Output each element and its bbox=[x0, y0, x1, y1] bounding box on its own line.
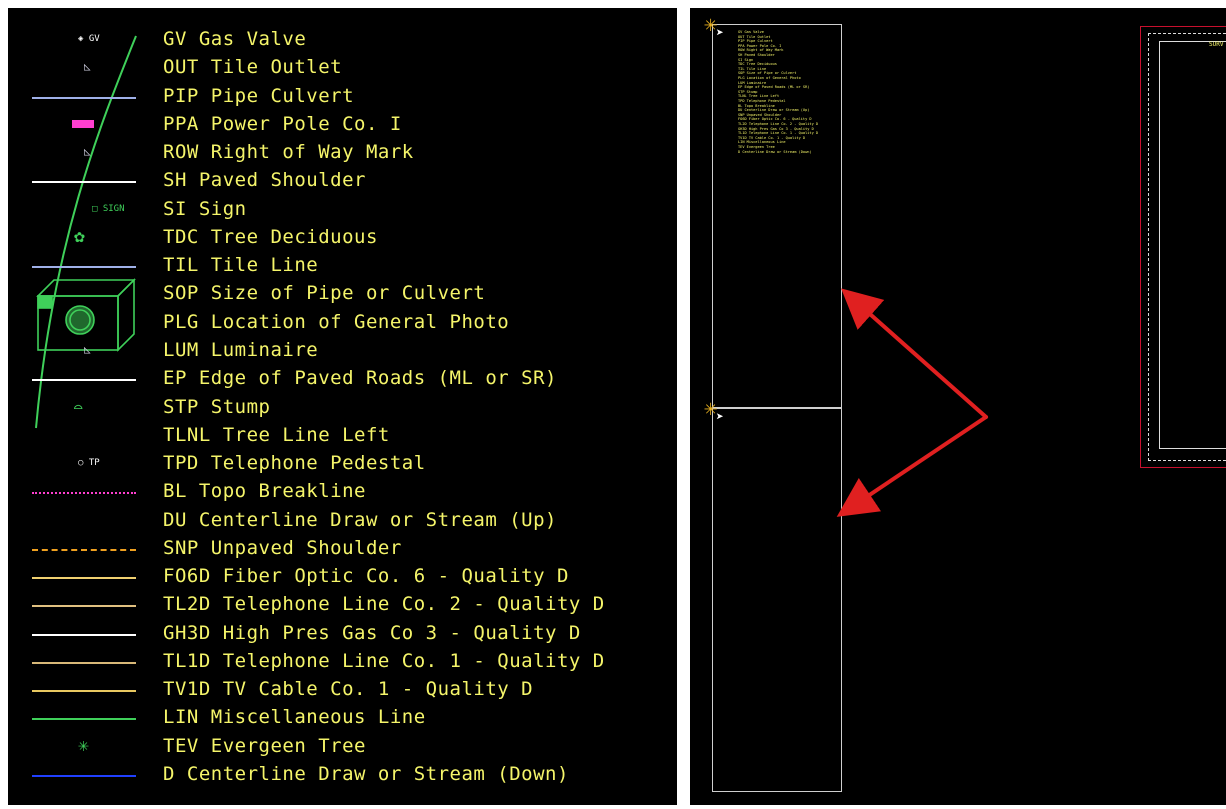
legend-label: SH Paved Shoulder bbox=[163, 169, 366, 192]
paved-shoulder-line bbox=[32, 181, 136, 184]
legend-row: DU Centerline Draw or Stream (Up) bbox=[8, 507, 677, 535]
legend-row: ROW Right of Way Mark ◺ bbox=[8, 139, 677, 167]
legend-row: TLNL Tree Line Left bbox=[8, 422, 677, 450]
legend-row: PLG Location of General Photo bbox=[8, 309, 677, 337]
power-pole-symbol bbox=[72, 119, 94, 128]
legend-row: LIN Miscellaneous Line bbox=[8, 704, 677, 732]
legend-row: TL1D Telephone Line Co. 1 - Quality D bbox=[8, 648, 677, 676]
legend-label: TV1D TV Cable Co. 1 - Quality D bbox=[163, 678, 534, 701]
luminaire-symbol: ◺ bbox=[84, 342, 91, 356]
legend-row: TIL Tile Line bbox=[8, 252, 677, 280]
legend-label: STP Stump bbox=[163, 395, 271, 418]
tile-line bbox=[32, 266, 136, 269]
annotation-arrows bbox=[836, 288, 988, 517]
legend-row: TEV Evergeen Tree ✳ bbox=[8, 733, 677, 761]
legend-label: FO6D Fiber Optic Co. 6 - Quality D bbox=[163, 565, 569, 588]
legend-label: TIL Tile Line bbox=[163, 254, 319, 277]
legend-label: LIN Miscellaneous Line bbox=[163, 706, 426, 729]
legend-label: EP Edge of Paved Roads (ML or SR) bbox=[163, 367, 557, 390]
legend-label: TLNL Tree Line Left bbox=[163, 423, 390, 446]
legend-row: SI Sign □ SIGN bbox=[8, 196, 677, 224]
unpaved-shoulder-line bbox=[32, 548, 136, 551]
sign-symbol: □ SIGN bbox=[92, 203, 125, 214]
misc-line bbox=[32, 718, 136, 721]
legend-row: PPA Power Pole Co. I bbox=[8, 111, 677, 139]
legend-row: SNP Unpaved Shoulder bbox=[8, 535, 677, 563]
legend-row: TPD Telephone Pedestal ○ TP bbox=[8, 450, 677, 478]
fiber-optic-line bbox=[32, 577, 136, 580]
legend-label: LUM Luminaire bbox=[163, 338, 319, 361]
legend-label: TDC Tree Deciduous bbox=[163, 225, 378, 248]
legend-label: TL2D Telephone Line Co. 2 - Quality D bbox=[163, 593, 605, 616]
legend-row: SH Paved Shoulder bbox=[8, 167, 677, 195]
legend-label: GV Gas Valve bbox=[163, 28, 307, 50]
evergreen-tree-symbol: ✳ bbox=[78, 734, 89, 756]
legend-label: PPA Power Pole Co. I bbox=[163, 112, 402, 135]
legend-label: PIP Pipe Culvert bbox=[163, 84, 355, 107]
breakline-line bbox=[32, 492, 136, 495]
edge-paved-line bbox=[32, 379, 136, 382]
legend-label: TPD Telephone Pedestal bbox=[163, 452, 426, 475]
legend-label: ROW Right of Way Mark bbox=[163, 141, 414, 164]
legend-label: D Centerline Draw or Stream (Down) bbox=[163, 763, 569, 786]
tv-cable-line bbox=[32, 690, 136, 693]
legend-label: SI Sign bbox=[163, 197, 247, 220]
legend-row: FO6D Fiber Optic Co. 6 - Quality D bbox=[8, 563, 677, 591]
legend-row: PIP Pipe Culvert bbox=[8, 83, 677, 111]
telephone-pedestal-symbol: ○ TP bbox=[78, 458, 100, 469]
legend-label: GH3D High Pres Gas Co 3 - Quality D bbox=[163, 621, 581, 644]
legend-row: EP Edge of Paved Roads (ML or SR) bbox=[8, 365, 677, 393]
gas-valve-symbol: ◈ GV bbox=[78, 34, 100, 44]
legend-label: BL Topo Breakline bbox=[163, 480, 366, 503]
legend-row: SOP Size of Pipe or Culvert bbox=[8, 280, 677, 308]
legend-label: SNP Unpaved Shoulder bbox=[163, 536, 402, 559]
legend-row: BL Topo Breakline bbox=[8, 478, 677, 506]
legend-row: TL2D Telephone Line Co. 2 - Quality D bbox=[8, 591, 677, 619]
legend-panel: GV Gas Valve ◈ GV OUT Tile Outlet ◺ PIP Pipe… bbox=[8, 8, 677, 805]
drawing-canvas[interactable]: GV Gas Valve OUT Tile Outlet PIP Pipe Culv… bbox=[690, 8, 1226, 805]
legend-row: GV Gas Valve ◈ GV bbox=[8, 26, 677, 54]
pipe-culvert-line bbox=[32, 96, 136, 99]
legend-row: TV1D TV Cable Co. 1 - Quality D bbox=[8, 676, 677, 704]
tile-outlet-symbol: ◺ bbox=[84, 60, 91, 74]
telephone-line-2 bbox=[32, 605, 136, 608]
legend-row: D Centerline Draw or Stream (Down) bbox=[8, 761, 677, 789]
stream-down-line bbox=[32, 775, 136, 778]
legend-label: OUT Tile Outlet bbox=[163, 56, 343, 79]
gas-line bbox=[32, 633, 136, 636]
legend-row: OUT Tile Outlet ◺ bbox=[8, 54, 677, 82]
legend-row: STP Stump ⌓ bbox=[8, 394, 677, 422]
red-arrow bbox=[836, 288, 988, 517]
legend-label: DU Centerline Draw or Stream (Up) bbox=[163, 508, 557, 531]
legend-label: PLG Location of General Photo bbox=[163, 310, 510, 333]
legend-label: TL1D Telephone Line Co. 1 - Quality D bbox=[163, 649, 605, 672]
stump-symbol: ⌓ bbox=[74, 399, 83, 416]
legend-label: TEV Evergeen Tree bbox=[163, 734, 366, 757]
deciduous-tree-symbol: ✿ bbox=[74, 225, 85, 247]
telephone-line-1 bbox=[32, 661, 136, 664]
row-mark-symbol: ◺ bbox=[84, 145, 91, 159]
legend-row: GH3D High Pres Gas Co 3 - Quality D bbox=[8, 620, 677, 648]
legend-label: SOP Size of Pipe or Culvert bbox=[163, 282, 486, 305]
legend-row: LUM Luminaire ◺ bbox=[8, 337, 677, 365]
legend-row: TDC Tree Deciduous ✿ bbox=[8, 224, 677, 252]
